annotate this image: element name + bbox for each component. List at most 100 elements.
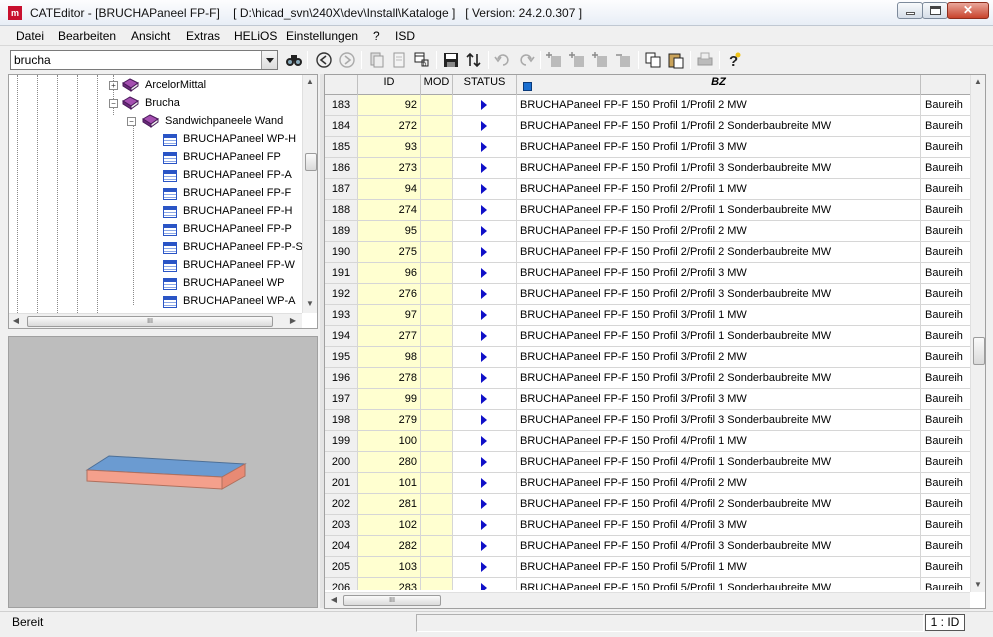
status-cell[interactable] xyxy=(453,578,517,590)
table-row[interactable]: 184 272 BRUCHAPaneel FP-F 150 Profil 1/Pro… xyxy=(325,116,970,137)
table-row[interactable]: 201 101 BRUCHAPaneel FP-F 150 Profil 4/Pro… xyxy=(325,473,970,494)
table-row[interactable]: 186 273 BRUCHAPaneel FP-F 150 Profil 1/Pro… xyxy=(325,158,970,179)
status-cell[interactable] xyxy=(453,452,517,472)
id-cell[interactable]: 98 xyxy=(358,347,421,367)
undo-icon[interactable] xyxy=(494,51,512,69)
id-cell[interactable]: 96 xyxy=(358,263,421,283)
search-dropdown-button[interactable] xyxy=(261,51,277,69)
status-cell[interactable] xyxy=(453,200,517,220)
header-status[interactable]: STATUS xyxy=(453,75,517,95)
table-row[interactable]: 193 97 BRUCHAPaneel FP-F 150 Profil 3/Prof… xyxy=(325,305,970,326)
status-cell[interactable] xyxy=(453,326,517,346)
scroll-thumb[interactable]: III xyxy=(27,316,273,327)
status-cell[interactable] xyxy=(453,179,517,199)
id-cell[interactable]: 280 xyxy=(358,452,421,472)
mod-cell[interactable] xyxy=(421,452,453,472)
status-cell[interactable] xyxy=(453,515,517,535)
bz-cell[interactable]: BRUCHAPaneel FP-F 150 Profil 4/Profil 3 … xyxy=(517,536,921,556)
bz-cell[interactable]: BRUCHAPaneel FP-F 150 Profil 2/Profil 3 … xyxy=(517,284,921,304)
bz-cell[interactable]: BRUCHAPaneel FP-F 150 Profil 1/Profil 3 … xyxy=(517,158,921,178)
row-number-cell[interactable]: 199 xyxy=(325,431,358,451)
bz-cell[interactable]: BRUCHAPaneel FP-F 150 Profil 2/Profil 2 … xyxy=(517,242,921,262)
table-horizontal-scrollbar[interactable]: ◀ III xyxy=(325,592,970,608)
bz-cell[interactable]: BRUCHAPaneel FP-F 150 Profil 3/Profil 3 … xyxy=(517,410,921,430)
mod-cell[interactable] xyxy=(421,284,453,304)
id-cell[interactable]: 273 xyxy=(358,158,421,178)
scroll-thumb[interactable] xyxy=(973,337,985,365)
extra-cell[interactable]: Baureih xyxy=(921,515,970,535)
id-cell[interactable]: 279 xyxy=(358,410,421,430)
status-cell[interactable] xyxy=(453,305,517,325)
row-number-cell[interactable]: 190 xyxy=(325,242,358,262)
id-cell[interactable]: 100 xyxy=(358,431,421,451)
copy-icon[interactable] xyxy=(644,51,662,69)
bz-cell[interactable]: BRUCHAPaneel FP-F 150 Profil 2/Profil 1 … xyxy=(517,179,921,199)
print-icon[interactable] xyxy=(696,51,714,69)
extra-cell[interactable]: Baureih xyxy=(921,410,970,430)
catalog-tree[interactable]: + ArcelorMittal − Brucha − Sandwichpanee… xyxy=(8,74,318,329)
status-cell[interactable] xyxy=(453,431,517,451)
scroll-thumb[interactable]: III xyxy=(343,595,441,606)
table-row[interactable]: 197 99 BRUCHAPaneel FP-F 150 Profil 3/Prof… xyxy=(325,389,970,410)
row-number-cell[interactable]: 196 xyxy=(325,368,358,388)
table-row[interactable]: 189 95 BRUCHAPaneel FP-F 150 Profil 2/Prof… xyxy=(325,221,970,242)
menu-ansicht[interactable]: Ansicht xyxy=(131,29,170,43)
row-number-cell[interactable]: 192 xyxy=(325,284,358,304)
extra-cell[interactable]: Baureih xyxy=(921,557,970,577)
expand-icon[interactable]: + xyxy=(109,81,118,90)
status-cell[interactable] xyxy=(453,137,517,157)
insert-column-icon[interactable] xyxy=(592,51,610,69)
id-cell[interactable]: 278 xyxy=(358,368,421,388)
bz-cell[interactable]: BRUCHAPaneel FP-F 150 Profil 2/Profil 2 … xyxy=(517,221,921,241)
mod-cell[interactable] xyxy=(421,242,453,262)
header-bz[interactable]: BZ xyxy=(517,75,921,95)
id-cell[interactable]: 92 xyxy=(358,95,421,115)
search-combobox[interactable] xyxy=(10,50,278,70)
bz-cell[interactable]: BRUCHAPaneel FP-F 150 Profil 4/Profil 2 … xyxy=(517,473,921,493)
mod-cell[interactable] xyxy=(421,368,453,388)
table-row[interactable]: 200 280 BRUCHAPaneel FP-F 150 Profil 4/Pro… xyxy=(325,452,970,473)
table-row[interactable]: 194 277 BRUCHAPaneel FP-F 150 Profil 3/Pro… xyxy=(325,326,970,347)
menu-helios[interactable]: HELiOS xyxy=(234,29,277,43)
table-link-icon[interactable]: b xyxy=(413,51,431,69)
tree-vertical-scrollbar[interactable]: ▲ ▼ xyxy=(302,75,317,313)
id-cell[interactable]: 93 xyxy=(358,137,421,157)
table-row[interactable]: 190 275 BRUCHAPaneel FP-F 150 Profil 2/Pro… xyxy=(325,242,970,263)
scroll-left-icon[interactable]: ◀ xyxy=(327,593,341,607)
tree-horizontal-scrollbar[interactable]: ◀ III ▶ xyxy=(9,313,302,328)
table-row[interactable]: 188 274 BRUCHAPaneel FP-F 150 Profil 2/Pro… xyxy=(325,200,970,221)
scroll-left-icon[interactable]: ◀ xyxy=(9,314,23,328)
extra-cell[interactable]: Baureih xyxy=(921,200,970,220)
status-cell[interactable] xyxy=(453,410,517,430)
save-icon[interactable] xyxy=(442,51,460,69)
table-row[interactable]: 187 94 BRUCHAPaneel FP-F 150 Profil 2/Prof… xyxy=(325,179,970,200)
table-row[interactable]: 191 96 BRUCHAPaneel FP-F 150 Profil 2/Prof… xyxy=(325,263,970,284)
table-row[interactable]: 198 279 BRUCHAPaneel FP-F 150 Profil 3/Pro… xyxy=(325,410,970,431)
extra-cell[interactable]: Baureih xyxy=(921,494,970,514)
row-number-cell[interactable]: 198 xyxy=(325,410,358,430)
delete-row-icon[interactable] xyxy=(615,51,633,69)
bz-cell[interactable]: BRUCHAPaneel FP-F 150 Profil 1/Profil 3 … xyxy=(517,137,921,157)
mod-cell[interactable] xyxy=(421,137,453,157)
bz-cell[interactable]: BRUCHAPaneel FP-F 150 Profil 2/Profil 3 … xyxy=(517,263,921,283)
row-number-cell[interactable]: 193 xyxy=(325,305,358,325)
extra-cell[interactable]: Baureih xyxy=(921,116,970,136)
extra-cell[interactable]: Baureih xyxy=(921,326,970,346)
bz-cell[interactable]: BRUCHAPaneel FP-F 150 Profil 4/Profil 2 … xyxy=(517,494,921,514)
status-cell[interactable] xyxy=(453,494,517,514)
bz-cell[interactable]: BRUCHAPaneel FP-F 150 Profil 2/Profil 1 … xyxy=(517,200,921,220)
row-number-cell[interactable]: 205 xyxy=(325,557,358,577)
mod-cell[interactable] xyxy=(421,578,453,590)
table-row[interactable]: 192 276 BRUCHAPaneel FP-F 150 Profil 2/Pro… xyxy=(325,284,970,305)
collapse-icon[interactable]: − xyxy=(109,99,118,108)
menu-einstellungen[interactable]: Einstellungen xyxy=(286,29,358,43)
extra-cell[interactable]: Baureih xyxy=(921,389,970,409)
mod-cell[interactable] xyxy=(421,410,453,430)
3d-preview[interactable] xyxy=(8,336,318,608)
row-number-cell[interactable]: 202 xyxy=(325,494,358,514)
status-cell[interactable] xyxy=(453,95,517,115)
extra-cell[interactable]: Baureih xyxy=(921,536,970,556)
table-row[interactable]: 183 92 BRUCHAPaneel FP-F 150 Profil 1/Prof… xyxy=(325,95,970,116)
search-input[interactable] xyxy=(14,53,254,67)
copy-doc-icon[interactable] xyxy=(368,51,386,69)
